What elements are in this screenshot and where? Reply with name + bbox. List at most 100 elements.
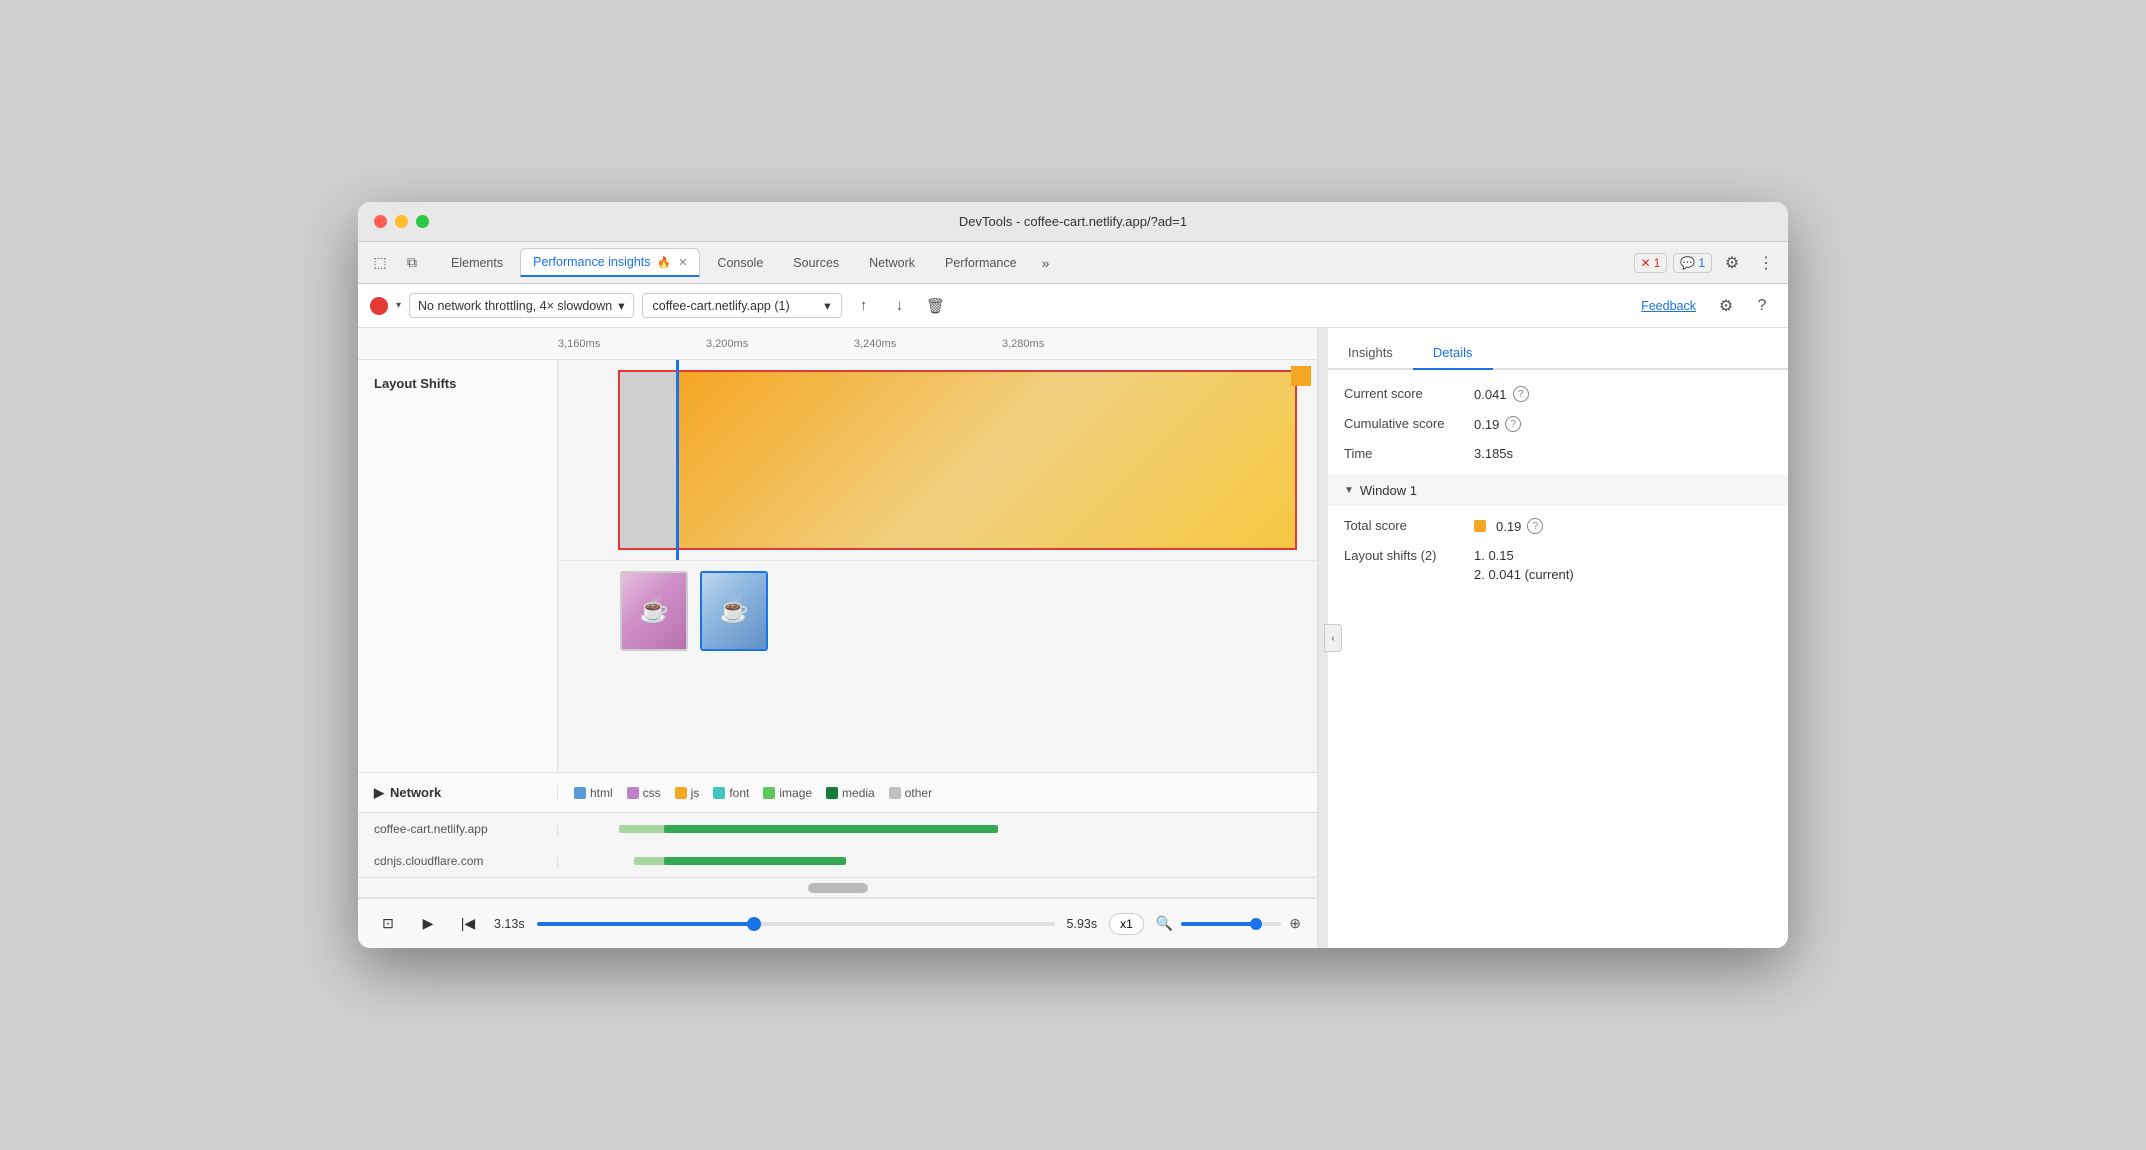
- shift-overlay: [618, 370, 1297, 550]
- shift-indicator-line: [676, 360, 679, 560]
- js-dot: [675, 787, 687, 799]
- throttle-select[interactable]: No network throttling, 4× slowdown ▾: [409, 293, 633, 318]
- timeline-markers: 3,160ms 3,200ms 3,240ms 3,280ms: [558, 338, 1150, 350]
- thumbnails-row: ☕ ☕: [558, 560, 1317, 660]
- error-badge[interactable]: ✕ 1: [1634, 253, 1668, 273]
- pointer-icon[interactable]: ⬚: [366, 249, 394, 277]
- flame-icon: 🔥: [657, 256, 671, 269]
- playback-bar: ⊡ ▶ |◀ 3.13s 5.93s x1 🔍: [358, 898, 1317, 948]
- collapse-arrow[interactable]: ‹: [1324, 624, 1342, 652]
- feedback-link[interactable]: Feedback: [1641, 299, 1696, 313]
- thumb-selected-inner: ☕: [702, 573, 766, 649]
- close-button[interactable]: [374, 215, 387, 228]
- css-dot: [627, 787, 639, 799]
- settings-icon-button[interactable]: ⚙: [1712, 292, 1740, 320]
- tab-sources[interactable]: Sources: [780, 249, 852, 277]
- tab-console[interactable]: Console: [704, 249, 776, 277]
- import-button[interactable]: ↓: [886, 292, 914, 320]
- info-badge[interactable]: 💬 1: [1673, 253, 1712, 273]
- tab-performance[interactable]: Performance: [932, 249, 1030, 277]
- network-row-1-label: coffee-cart.netlify.app: [358, 822, 558, 836]
- zoom-thumb: [1250, 918, 1262, 930]
- media-dot: [826, 787, 838, 799]
- network-label[interactable]: ▶ Network: [358, 785, 558, 801]
- maximize-button[interactable]: [416, 215, 429, 228]
- marker-1: 3,160ms: [558, 338, 706, 350]
- right-tabs: Insights Details: [1328, 328, 1788, 370]
- speed-selector[interactable]: x1: [1109, 913, 1144, 935]
- traffic-lights: [374, 215, 429, 228]
- toolbar: ▾ No network throttling, 4× slowdown ▾ c…: [358, 284, 1788, 328]
- minimize-button[interactable]: [395, 215, 408, 228]
- devtools-window: DevTools - coffee-cart.netlify.app/?ad=1…: [358, 202, 1788, 948]
- legend-other: other: [889, 786, 932, 800]
- device-icon[interactable]: ⧉: [398, 249, 426, 277]
- main-content: 3,160ms 3,200ms 3,240ms 3,280ms Layout S…: [358, 328, 1788, 948]
- panel-divider[interactable]: ‹: [1318, 328, 1328, 948]
- thumbnail-selected[interactable]: ☕: [700, 571, 768, 651]
- playback-slider[interactable]: [537, 922, 1055, 926]
- timeline-header: 3,160ms 3,200ms 3,240ms 3,280ms: [358, 328, 1317, 360]
- playback-slider-thumb: [747, 917, 761, 931]
- thumb-cup-icon: ☕: [639, 596, 669, 625]
- playback-slider-fill: [537, 922, 755, 926]
- current-score-help-icon[interactable]: ?: [1513, 386, 1529, 402]
- layout-shifts-detail-value: 1. 0.15 2. 0.041 (current): [1474, 548, 1574, 582]
- network-row-1[interactable]: coffee-cart.netlify.app: [358, 813, 1317, 845]
- url-dropdown-icon: ▾: [824, 298, 830, 313]
- layout-shifts-row: Layout shifts (2) 1. 0.15 2. 0.041 (curr…: [1344, 548, 1772, 582]
- network-header-row: ▶ Network html css: [358, 773, 1317, 813]
- thumbnail-before[interactable]: ☕: [620, 571, 688, 651]
- play-button[interactable]: ▶: [414, 910, 442, 938]
- window1-expand-icon: ▼: [1344, 485, 1354, 496]
- help-button[interactable]: ?: [1748, 292, 1776, 320]
- legend-css: css: [627, 786, 661, 800]
- layout-viz[interactable]: [558, 360, 1317, 560]
- legend-html: html: [574, 786, 613, 800]
- cumulative-score-help-icon[interactable]: ?: [1505, 416, 1521, 432]
- legend-font: font: [713, 786, 749, 800]
- more-tabs-button[interactable]: »: [1034, 251, 1058, 275]
- scrollbar-area[interactable]: [358, 878, 1317, 898]
- layout-shifts-content[interactable]: ☕ ☕: [558, 360, 1317, 772]
- cumulative-score-row: Cumulative score 0.19 ?: [1344, 416, 1772, 432]
- scrollbar-thumb[interactable]: [808, 883, 868, 893]
- marker-2: 3,200ms: [706, 338, 854, 350]
- network-bar-container-2: [558, 845, 1317, 876]
- record-button[interactable]: [370, 297, 388, 315]
- skip-to-start-button[interactable]: |◀: [454, 910, 482, 938]
- thumb-cup-icon-2: ☕: [719, 596, 749, 625]
- tab-elements[interactable]: Elements: [438, 249, 516, 277]
- zoom-controls: 🔍 ⊕: [1156, 915, 1301, 932]
- tab-performance-insights[interactable]: Performance insights 🔥 ✕: [520, 248, 700, 277]
- zoom-in-icon[interactable]: ⊕: [1289, 915, 1301, 932]
- tab-network[interactable]: Network: [856, 249, 928, 277]
- image-dot: [763, 787, 775, 799]
- url-select[interactable]: coffee-cart.netlify.app (1) ▾: [642, 293, 842, 318]
- network-row-2[interactable]: cdnjs.cloudflare.com: [358, 845, 1317, 877]
- thumb-before-inner: ☕: [622, 573, 686, 649]
- settings-button[interactable]: ⚙: [1718, 249, 1746, 277]
- zoom-out-icon[interactable]: 🔍: [1156, 915, 1173, 932]
- export-button[interactable]: ↑: [850, 292, 878, 320]
- total-score-help-icon[interactable]: ?: [1527, 518, 1543, 534]
- titlebar: DevTools - coffee-cart.netlify.app/?ad=1: [358, 202, 1788, 242]
- more-options-button[interactable]: ⋮: [1752, 249, 1780, 277]
- network-row-2-content: [558, 845, 1317, 876]
- legend-js: js: [675, 786, 700, 800]
- tab-insights[interactable]: Insights: [1328, 337, 1413, 370]
- zoom-fill: [1181, 922, 1256, 926]
- total-score-badge: [1474, 520, 1486, 532]
- network-rows: coffee-cart.netlify.app cdnjs.cloudflare…: [358, 813, 1317, 877]
- orange-indicator: [1291, 366, 1311, 386]
- playback-slider-container[interactable]: [537, 922, 1055, 926]
- zoom-slider[interactable]: [1181, 922, 1281, 926]
- other-dot: [889, 787, 901, 799]
- network-legend: html css js font: [558, 786, 948, 800]
- time-row: Time 3.185s: [1344, 446, 1772, 461]
- tab-details[interactable]: Details: [1413, 337, 1493, 370]
- delete-button[interactable]: 🗑: [922, 292, 950, 320]
- tab-close-icon[interactable]: ✕: [678, 257, 687, 269]
- screenshot-toggle-button[interactable]: ⊡: [374, 910, 402, 938]
- record-dropdown-icon[interactable]: ▾: [396, 300, 401, 311]
